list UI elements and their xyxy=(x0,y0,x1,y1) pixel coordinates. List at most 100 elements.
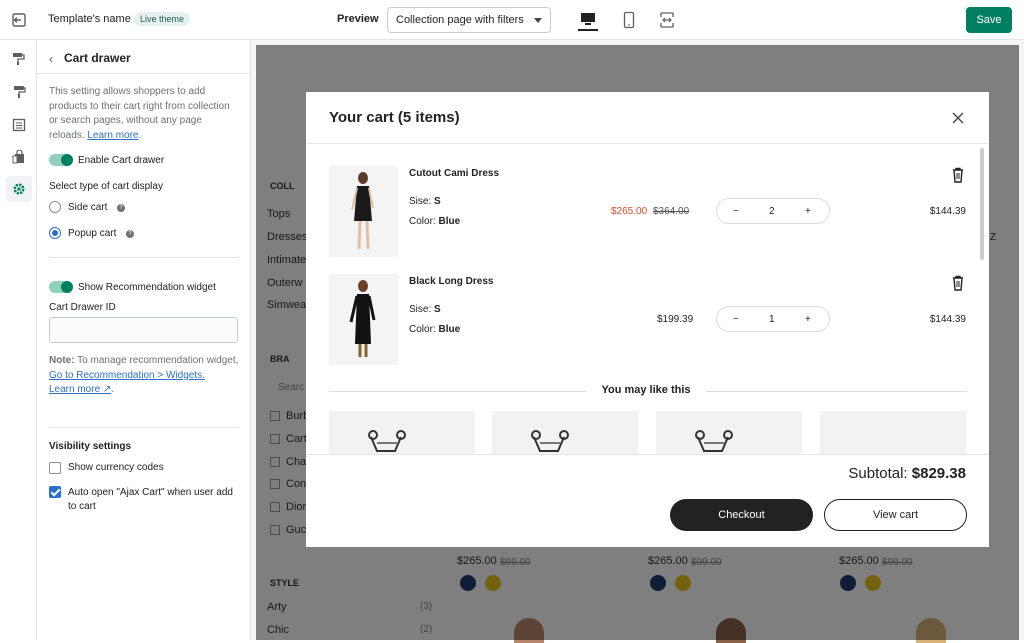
help-icon[interactable]: ? xyxy=(126,230,134,238)
cart-item-size: Sise: S xyxy=(409,304,441,315)
checkout-button[interactable]: Checkout xyxy=(670,499,813,531)
quantity-value[interactable]: 2 xyxy=(769,206,775,217)
recommendation-note: Note: To manage recommendation widget, G… xyxy=(49,355,239,395)
panel-header: ‹ Cart drawer xyxy=(37,40,250,74)
left-rail xyxy=(0,40,37,640)
template-name: Template's name xyxy=(48,13,131,25)
line-total: $144.39 xyxy=(929,206,966,217)
cart-item-name[interactable]: Cutout Cami Dress xyxy=(409,168,499,179)
preview-select[interactable]: Collection page with filters xyxy=(387,7,551,33)
settings-panel: ‹ Cart drawer This setting allows shoppe… xyxy=(37,40,251,640)
enable-cart-drawer-label: Enable Cart drawer xyxy=(78,155,165,166)
line-total: $144.39 xyxy=(929,314,966,325)
cart-popup: Your cart (5 items) Cutout Cami Dress Si… xyxy=(306,92,989,547)
subtotal: Subtotal: $829.38 xyxy=(848,465,966,482)
decrease-button[interactable]: − xyxy=(733,314,739,325)
pages-icon[interactable] xyxy=(6,112,32,138)
visibility-settings-title: Visibility settings xyxy=(49,441,132,452)
cart-item-color: Color: Blue xyxy=(409,324,460,335)
back-arrow-icon[interactable]: ‹ xyxy=(49,52,53,66)
live-theme-badge: Live theme xyxy=(134,12,191,26)
color-label: Color: xyxy=(409,324,436,335)
cart-drawer-id-input[interactable] xyxy=(49,317,238,343)
cart-header: Your cart (5 items) xyxy=(306,92,989,144)
trash-icon[interactable] xyxy=(951,167,965,183)
chevron-down-icon xyxy=(534,18,542,23)
cart-item-color: Color: Blue xyxy=(409,216,460,227)
sections-icon[interactable] xyxy=(6,46,32,72)
size-label: Sise: xyxy=(409,304,432,315)
apps-icon[interactable] xyxy=(6,144,32,170)
item-price: $199.39 xyxy=(657,314,694,325)
show-recommendation-label: Show Recommendation widget xyxy=(78,282,216,293)
learn-more-link[interactable]: Learn more ↗ xyxy=(49,384,111,395)
cart-title: Your cart (5 items) xyxy=(329,109,460,126)
cart-item-size: Sise: S xyxy=(409,196,441,207)
note-text: To manage recommendation widget, xyxy=(77,355,239,366)
cart-item-name[interactable]: Black Long Dress xyxy=(409,276,493,287)
quantity-stepper: − 1 + xyxy=(716,306,830,332)
recommendation-card[interactable] xyxy=(820,411,966,455)
subtotal-value: $829.38 xyxy=(911,465,966,482)
top-bar: Template's name Live theme Preview Colle… xyxy=(0,0,1024,40)
recommendation-widgets-link[interactable]: Go to Recommendation > Widgets. xyxy=(49,370,205,381)
show-currency-checkbox[interactable] xyxy=(49,462,61,474)
recommendation-card[interactable] xyxy=(492,411,638,455)
divider xyxy=(49,427,239,428)
panel-title: Cart drawer xyxy=(64,51,131,65)
fullscreen-icon[interactable] xyxy=(657,10,677,30)
size-value: S xyxy=(434,196,441,207)
color-value: Blue xyxy=(438,324,461,335)
sale-price: $265.00 xyxy=(611,206,648,217)
exit-icon[interactable] xyxy=(10,11,28,29)
show-recommendation-toggle[interactable] xyxy=(49,281,73,293)
size-value: S xyxy=(434,304,441,315)
description-text: This setting allows shoppers to add prod… xyxy=(49,86,230,141)
preview-select-value: Collection page with filters xyxy=(396,14,524,26)
close-icon[interactable] xyxy=(950,110,966,126)
help-icon[interactable]: ? xyxy=(117,204,125,212)
cart-scrollbar[interactable] xyxy=(980,148,984,260)
theme-icon[interactable] xyxy=(6,79,32,105)
size-label: Sise: xyxy=(409,196,432,207)
divider xyxy=(706,391,967,392)
cart-drawer-id-label: Cart Drawer ID xyxy=(49,302,116,313)
preview-label: Preview xyxy=(337,13,379,25)
quantity-value[interactable]: 1 xyxy=(769,314,775,325)
note-label: Note: xyxy=(49,355,75,366)
divider xyxy=(329,391,586,392)
enable-cart-drawer-toggle[interactable] xyxy=(49,154,73,166)
increase-button[interactable]: + xyxy=(805,206,811,217)
original-price: $364.00 xyxy=(653,206,690,217)
learn-more-link[interactable]: Learn more xyxy=(87,130,138,141)
settings-icon[interactable] xyxy=(6,176,32,202)
trash-icon[interactable] xyxy=(951,275,965,291)
recommendation-card[interactable] xyxy=(656,411,802,455)
quantity-stepper: − 2 + xyxy=(716,198,830,224)
color-value: Blue xyxy=(438,216,461,227)
auto-open-label: Auto open "Ajax Cart" when user add to c… xyxy=(68,487,233,512)
view-cart-button[interactable]: View cart xyxy=(824,499,967,531)
panel-description: This setting allows shoppers to add prod… xyxy=(49,86,230,141)
product-thumbnail[interactable] xyxy=(329,166,398,257)
learn-more-text: Learn more xyxy=(49,384,101,395)
show-currency-label: Show currency codes xyxy=(68,462,164,473)
you-may-like-title: You may like this xyxy=(601,384,691,396)
auto-open-checkbox[interactable] xyxy=(49,486,61,498)
select-type-label: Select type of cart display xyxy=(49,181,163,192)
save-button[interactable]: Save xyxy=(966,7,1012,33)
side-cart-label: Side cart xyxy=(68,202,108,213)
product-thumbnail[interactable] xyxy=(329,274,398,365)
mobile-icon[interactable] xyxy=(619,10,639,30)
decrease-button[interactable]: − xyxy=(733,206,739,217)
desktop-icon[interactable] xyxy=(578,9,598,31)
cart-footer: Subtotal: $829.38 Checkout View cart xyxy=(306,454,989,547)
divider xyxy=(49,257,239,258)
popup-cart-label: Popup cart xyxy=(68,228,117,239)
subtotal-label: Subtotal: xyxy=(848,465,908,482)
popup-cart-radio[interactable] xyxy=(49,227,61,239)
recommendation-card[interactable] xyxy=(329,411,475,455)
side-cart-radio[interactable] xyxy=(49,201,61,213)
color-label: Color: xyxy=(409,216,436,227)
increase-button[interactable]: + xyxy=(805,314,811,325)
